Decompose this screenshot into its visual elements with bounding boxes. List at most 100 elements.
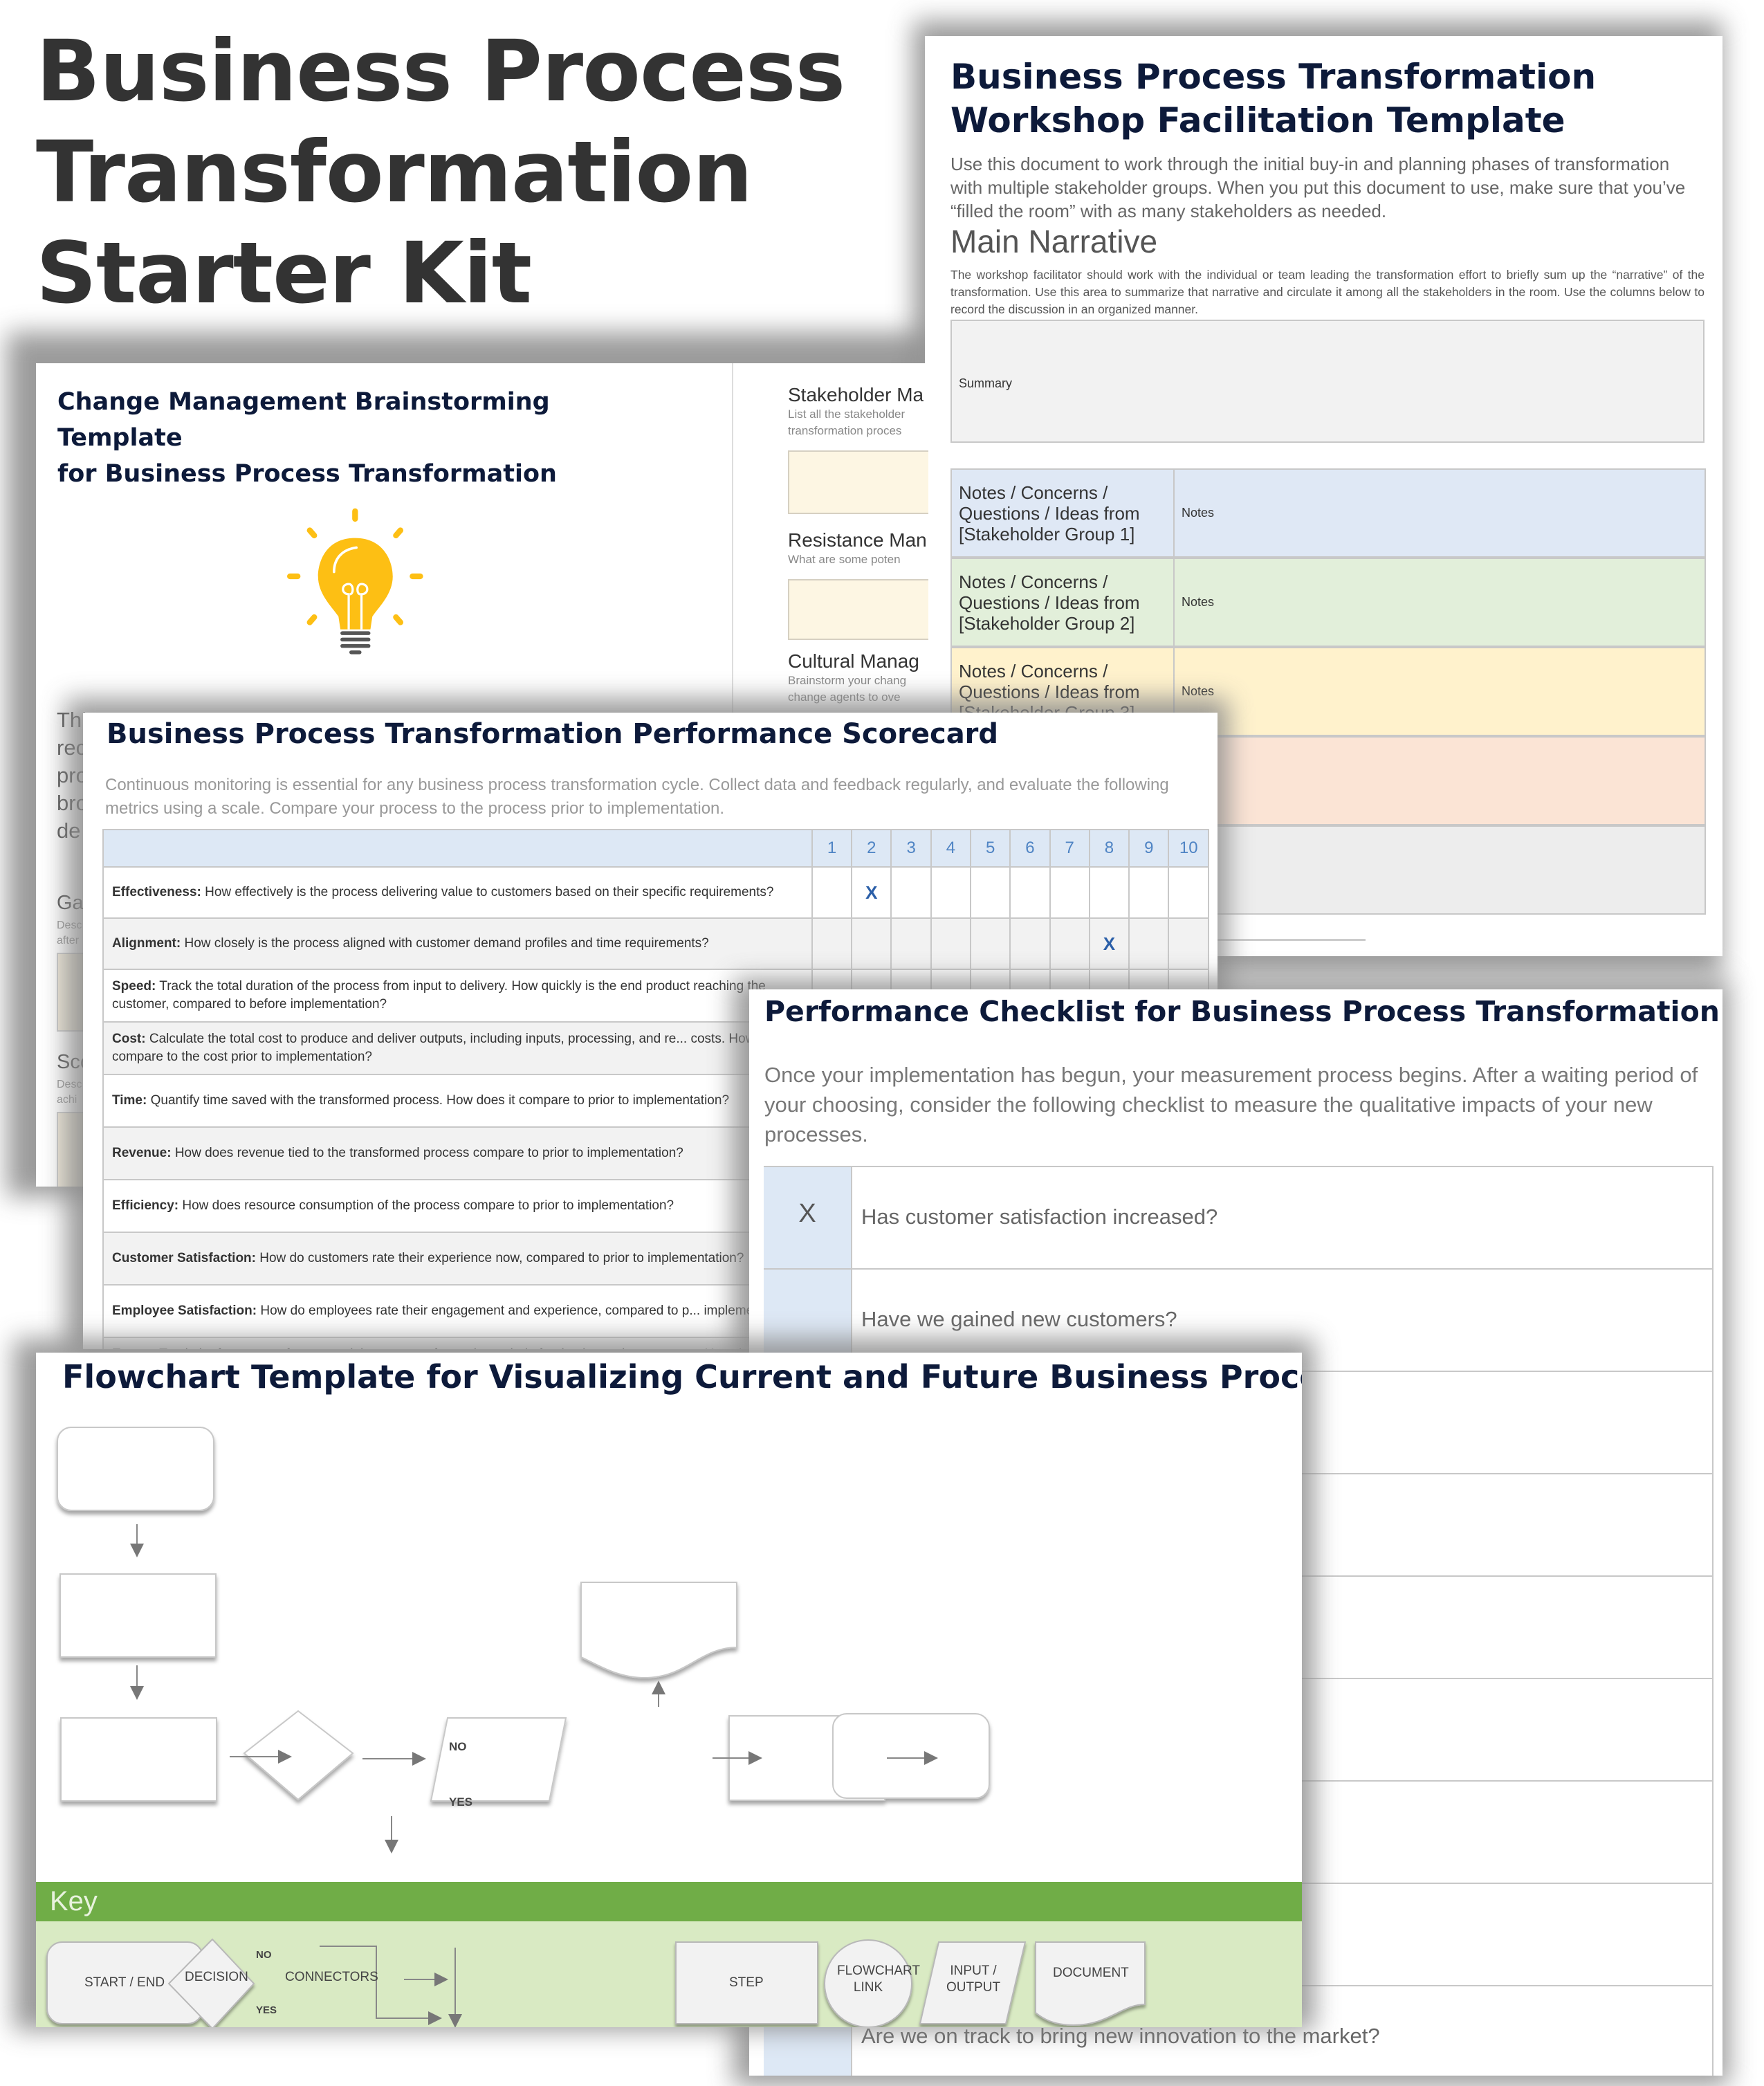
score-cell-marked[interactable]: X — [1088, 917, 1130, 970]
key-decision-yes: YES — [256, 2004, 277, 2016]
score-cell[interactable] — [970, 866, 1011, 919]
metric-header-cell — [102, 829, 813, 868]
metric-desc: Calculate the total cost to produce and … — [112, 1032, 798, 1064]
notes-placeholder: Notes — [1182, 506, 1215, 520]
metric-name: Employee Satisfaction: — [112, 1303, 257, 1318]
score-cell[interactable] — [970, 917, 1011, 970]
score-cell[interactable] — [851, 917, 892, 970]
metric-desc: How effectively is the process deliverin… — [205, 885, 774, 899]
metric-row: Alignment: How closely is the process al… — [102, 917, 1209, 970]
score-cell[interactable] — [1168, 866, 1209, 919]
step-shape — [60, 1717, 217, 1802]
metric-row: Effectiveness: How effectively is the pr… — [102, 866, 1209, 919]
key-label-step: STEP — [729, 1975, 764, 1990]
metric-desc: How do employees rate their engagement a… — [260, 1303, 800, 1318]
metric-desc: How closely is the process aligned with … — [184, 936, 709, 951]
workshop-title-line: Business Process Transformation — [950, 57, 1597, 97]
checklist-checkbox[interactable]: X — [764, 1167, 852, 1268]
kit-title: Business Process Transformation Starter … — [36, 21, 866, 324]
key-header: Key — [36, 1882, 1302, 1921]
score-cell[interactable] — [1049, 917, 1090, 970]
score-cell[interactable] — [811, 917, 853, 970]
key-document-shape — [1035, 1941, 1146, 2026]
decision-no-label: NO — [449, 1740, 467, 1753]
workshop-title-line: Workshop Facilitation Template — [950, 100, 1565, 140]
kit-title-line: Transformation — [36, 123, 753, 221]
main-narrative-heading: Main Narrative — [950, 223, 1158, 259]
summary-field[interactable]: Summary — [950, 320, 1705, 443]
scale-number: 6 — [1009, 829, 1051, 868]
metric-cell: Efficiency: How does resource consumptio… — [102, 1179, 813, 1233]
scale-number: 8 — [1088, 829, 1130, 868]
score-cell[interactable] — [811, 866, 853, 919]
key-heading: Key — [50, 1886, 98, 1916]
start-end-shape — [832, 1713, 990, 1799]
score-cell[interactable] — [1049, 866, 1090, 919]
metric-desc: How do customers rate their experience n… — [259, 1251, 744, 1265]
change-mgmt-title-line: for Business Process Transformation — [57, 460, 557, 488]
score-cell[interactable] — [1168, 917, 1209, 970]
brainstorm-section: Cultural Manag Brainstorm your chang chang… — [788, 650, 919, 706]
metric-name: Efficiency: — [112, 1198, 179, 1213]
key-label-input-output: INPUT / OUTPUT — [946, 1964, 1001, 1995]
key-label-start-end: START / END — [84, 1975, 165, 1990]
scale-number: 9 — [1128, 829, 1170, 868]
score-cell[interactable] — [930, 866, 972, 919]
flowchart-diagram — [57, 1427, 990, 1854]
metric-name: Speed: — [112, 979, 156, 994]
input-output-shape — [430, 1717, 567, 1802]
stakeholder-notes-row: Notes / Concerns / Questions / Ideas fro… — [950, 558, 1706, 647]
metric-desc: Quantify time saved with the transformed… — [150, 1093, 730, 1108]
key-label-document: DOCUMENT — [1053, 1966, 1129, 1980]
checklist-question: Have we gained new customers? — [861, 1307, 1177, 1331]
score-cell[interactable] — [1009, 917, 1051, 970]
notes-field[interactable]: Notes — [1173, 470, 1214, 556]
metric-cell: Time: Quantify time saved with the trans… — [102, 1074, 813, 1128]
key-label-connectors: CONNECTORS — [285, 1970, 378, 1984]
check-mark: X — [798, 1199, 816, 1228]
metric-name: Revenue: — [112, 1146, 172, 1160]
key-decision-no: NO — [256, 1949, 272, 1961]
key-label-decision: DECISION — [185, 1970, 248, 1984]
brainstorm-section: Stakeholder Ma List all the stakeholder tr… — [788, 384, 924, 439]
scale-number: 4 — [930, 829, 972, 868]
brainstorm-input-box[interactable] — [788, 450, 928, 514]
score-cell[interactable] — [890, 917, 932, 970]
brainstorm-input-box[interactable] — [788, 579, 928, 640]
metric-name: Alignment: — [112, 936, 181, 951]
notes-field[interactable]: Notes — [1173, 559, 1214, 646]
score-cell-marked[interactable]: X — [851, 866, 892, 919]
change-mgmt-title-line: Change Management Brainstorming Template — [57, 388, 550, 452]
main-narrative-text: The workshop facilitator should work wit… — [950, 268, 1705, 316]
checklist-row: X Has customer satisfaction increased? — [764, 1167, 1714, 1270]
metric-cell: Employee Satisfaction: How do employees … — [102, 1284, 813, 1338]
metric-cell: Revenue: How does revenue tied to the tr… — [102, 1126, 813, 1180]
scale-number: 2 — [851, 829, 892, 868]
scale-number: 5 — [970, 829, 1011, 868]
brainstorm-section-heading: Resistance Man — [788, 529, 927, 551]
metric-cell: Customer Satisfaction: How do customers … — [102, 1232, 813, 1286]
notes-placeholder: Notes — [1182, 595, 1215, 609]
scale-number: 7 — [1049, 829, 1090, 868]
metric-cell: Speed: Track the total duration of the p… — [102, 969, 813, 1023]
decision-shape — [243, 1710, 354, 1801]
score-cell[interactable] — [930, 917, 972, 970]
brainstorm-section-heading: Stakeholder Ma — [788, 384, 924, 405]
metric-name: Cost: — [112, 1032, 146, 1046]
metric-desc: How does revenue tied to the transformed… — [174, 1146, 683, 1160]
summary-label: Summary — [959, 376, 1013, 390]
key-label-flowchart-link: FLOWCHART LINK — [837, 1964, 920, 1995]
metric-cell: Effectiveness: How effectively is the pr… — [102, 866, 813, 919]
workshop-intro: Use this document to work through the in… — [950, 154, 1686, 221]
scorecard-title: Business Process Transformation Performa… — [107, 718, 999, 750]
score-cell[interactable] — [1009, 866, 1051, 919]
metric-cell: Alignment: How closely is the process al… — [102, 917, 813, 970]
score-cell[interactable] — [890, 866, 932, 919]
brainstorm-section-heading: Cultural Manag — [788, 650, 919, 672]
step-shape — [59, 1573, 217, 1658]
score-cell[interactable] — [1128, 866, 1170, 919]
scorecard-intro: Continuous monitoring is essential for a… — [105, 776, 1169, 818]
stakeholder-group-label: Notes / Concerns / Questions / Ideas fro… — [959, 571, 1140, 634]
score-cell[interactable] — [1128, 917, 1170, 970]
score-cell[interactable] — [1088, 866, 1130, 919]
